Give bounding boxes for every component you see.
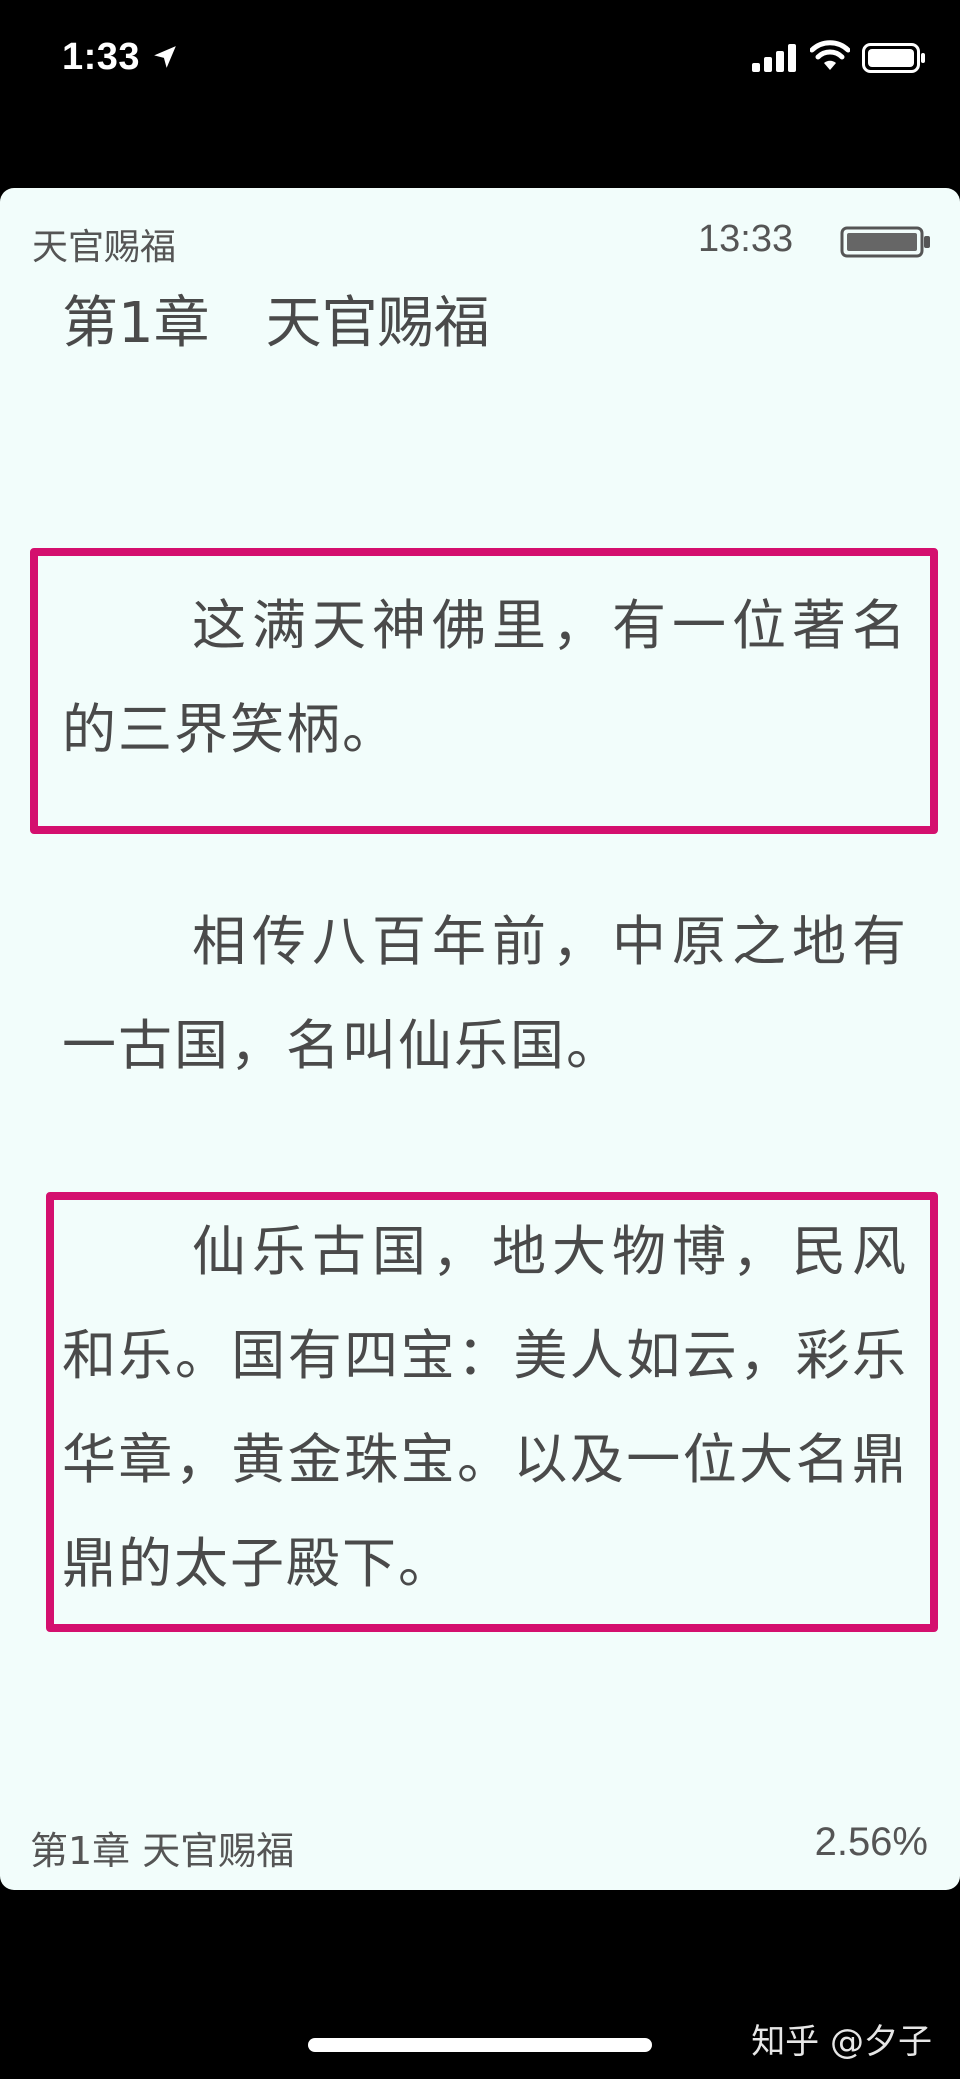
wifi-icon <box>810 40 850 70</box>
reader-page[interactable]: 天官赐福 13:33 第1章 天官赐福 这满天神佛里，有一位著名的三界笑柄。 相… <box>0 188 960 1890</box>
reading-progress: 2.56% <box>814 1820 928 1864</box>
cellular-signal-icon <box>752 44 796 72</box>
location-arrow-icon <box>154 46 176 68</box>
highlight-box-paragraph-1 <box>30 548 938 834</box>
chapter-heading: 第1章 天官赐福 <box>62 291 490 356</box>
status-time: 1:33 <box>62 36 141 78</box>
zhihu-watermark: 知乎 @夕子 <box>751 2022 932 2062</box>
highlight-box-paragraph-3 <box>46 1192 938 1632</box>
battery-icon <box>862 43 925 73</box>
paragraph-2: 相传八百年前，中原之地有一古国，名叫仙乐国。 <box>62 910 908 1077</box>
home-indicator[interactable] <box>308 2038 652 2052</box>
ios-status-bar: 1:33 <box>0 0 960 120</box>
book-title: 天官赐福 <box>32 227 177 268</box>
reader-clock: 13:33 <box>698 218 794 260</box>
reader-battery-icon <box>840 226 930 258</box>
footer-chapter-title: 第1章 天官赐福 <box>30 1829 295 1873</box>
